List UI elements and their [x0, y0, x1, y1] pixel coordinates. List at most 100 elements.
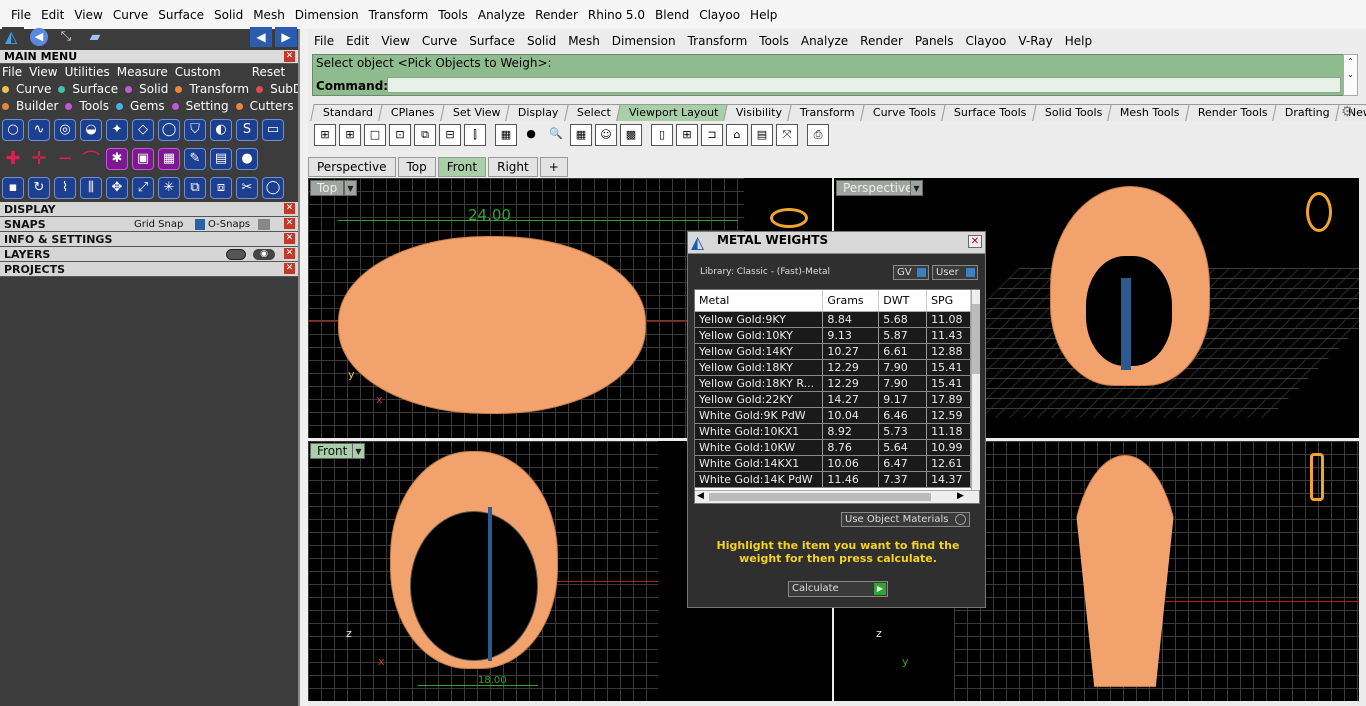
grid-pick-icon[interactable]: ▤: [210, 147, 232, 170]
rhino-menu-analyze[interactable]: Analyze: [795, 34, 854, 48]
rhino-menu-file[interactable]: File: [308, 34, 340, 48]
minus-plus-icon[interactable]: −: [54, 147, 76, 170]
o-snaps-indicator[interactable]: [258, 219, 270, 230]
new-viewport-icon[interactable]: ⊡: [389, 124, 411, 146]
eye-icon[interactable]: ◉: [253, 249, 275, 260]
rhino-menu-view[interactable]: View: [375, 34, 415, 48]
viewport-menu-dropdown[interactable]: ▼: [910, 180, 923, 196]
rhino-menu-render[interactable]: Render: [854, 34, 909, 48]
close-icon[interactable]: ✕: [284, 233, 295, 244]
category-cutters[interactable]: Cutters: [235, 98, 294, 115]
plane-icon[interactable]: ⌂: [726, 124, 748, 146]
display-section[interactable]: DISPLAY ✕: [0, 202, 298, 217]
command-input[interactable]: [387, 77, 1341, 93]
toolbar-tab-mesh-tools[interactable]: Mesh Tools: [1107, 104, 1190, 121]
category-surface[interactable]: Surface: [58, 81, 118, 98]
category-curve[interactable]: Curve: [2, 81, 51, 98]
single-viewport-icon[interactable]: □: [364, 124, 386, 146]
panel-toggle-icon[interactable]: ▭: [262, 118, 284, 141]
rhino-menu-mesh[interactable]: Mesh: [562, 34, 606, 48]
grid-snap-toggle[interactable]: Grid Snap: [134, 217, 192, 231]
menu-mesh[interactable]: Mesh: [248, 8, 290, 22]
toolbar-tab-viewport-layout[interactable]: Viewport Layout: [615, 104, 729, 121]
wand-icon[interactable]: ⤡: [56, 28, 76, 46]
toolbar-tab-drafting[interactable]: Drafting: [1272, 104, 1341, 121]
toolbar-tab-set-view[interactable]: Set View: [439, 104, 511, 121]
gv-toggle[interactable]: GV: [893, 265, 929, 280]
rhino-logo-icon[interactable]: ◭: [2, 27, 24, 47]
grid-toggle-icon[interactable]: ▦: [570, 124, 592, 146]
info-settings-section[interactable]: INFO & SETTINGS ✕: [0, 232, 298, 247]
table-row[interactable]: Yellow Gold:9KY 8.84 5.68 11.08: [695, 311, 971, 328]
menu-analyze[interactable]: Analyze: [473, 8, 530, 22]
grid-snap-indicator[interactable]: [195, 219, 205, 230]
folder-open-icon[interactable]: ▤: [751, 124, 773, 146]
projects-section[interactable]: PROJECTS ✕: [0, 262, 298, 277]
rhino-menu-dimension[interactable]: Dimension: [606, 34, 682, 48]
table-row[interactable]: Yellow Gold:10KY 9.13 5.87 11.43: [695, 327, 971, 344]
add-viewport-tab[interactable]: +: [539, 157, 568, 177]
grid-viewports-icon[interactable]: ⊞: [339, 124, 361, 146]
perspective-viewport-label[interactable]: Perspective: [836, 180, 920, 196]
menu-tools[interactable]: Tools: [433, 8, 473, 22]
rhino-menu-curve[interactable]: Curve: [416, 34, 463, 48]
toolbar-tab-solid-tools[interactable]: Solid Tools: [1031, 104, 1112, 121]
user-toggle[interactable]: User: [932, 265, 978, 280]
s-curve-tool-icon[interactable]: S: [236, 118, 258, 141]
rhino-menu-v-ray[interactable]: V-Ray: [1012, 34, 1058, 48]
column-header-dwt[interactable]: DWT: [878, 290, 928, 312]
band-tool-icon[interactable]: ◒: [80, 118, 102, 141]
column-header-spg[interactable]: SPG: [926, 290, 971, 312]
zoom-extents-icon[interactable]: ⤧: [776, 124, 798, 146]
category-builder[interactable]: Builder: [2, 98, 58, 115]
toolbar-tab-surface-tools[interactable]: Surface Tools: [941, 104, 1037, 121]
bail-tool-icon[interactable]: ◐: [210, 118, 232, 141]
split-horizontal-icon[interactable]: ⊟: [439, 124, 461, 146]
column-header-metal[interactable]: Metal: [695, 290, 824, 312]
rhino-menu-panels[interactable]: Panels: [909, 34, 960, 48]
command-scrollbar[interactable]: ⌃ ⌄: [1343, 54, 1358, 96]
close-icon[interactable]: ✕: [284, 218, 295, 229]
rhino-menu-surface[interactable]: Surface: [463, 34, 521, 48]
viewport-tab-front[interactable]: Front: [437, 157, 487, 177]
table-row[interactable]: White Gold:14K PdW 11.46 7.37 14.37: [695, 471, 971, 488]
curve-tool-icon[interactable]: ∿: [28, 118, 50, 141]
panel-menu-file[interactable]: File: [2, 64, 22, 81]
group-icon[interactable]: ⧉: [184, 176, 206, 199]
front-viewport-label[interactable]: Front: [310, 443, 355, 459]
lasso-icon[interactable]: ⌇: [54, 176, 76, 199]
table-row[interactable]: Yellow Gold:18KY 12.29 7.90 15.41: [695, 359, 971, 376]
zoom-lens-icon[interactable]: 🔍: [545, 124, 567, 146]
menu-surface[interactable]: Surface: [153, 8, 209, 22]
rhino-menu-clayoo[interactable]: Clayoo: [960, 34, 1013, 48]
camera-icon[interactable]: ☺: [595, 124, 617, 146]
use-object-materials-toggle[interactable]: Use Object Materials: [841, 512, 970, 527]
burst-icon[interactable]: ✳: [158, 176, 180, 199]
menu-rhino-5-0[interactable]: Rhino 5.0: [583, 8, 650, 22]
sphere-light-icon[interactable]: ●: [520, 124, 542, 146]
calculate-button[interactable]: Calculate ▶: [788, 581, 888, 597]
layers-section[interactable]: LAYERS ◉ ✕: [0, 247, 298, 262]
toolbar-tab-visibility[interactable]: Visibility: [723, 104, 793, 121]
four-viewports-icon[interactable]: ⊞: [314, 124, 336, 146]
add-icon[interactable]: ✚: [2, 147, 24, 170]
table-row[interactable]: Yellow Gold:22KY 14.27 9.17 17.89: [695, 391, 971, 408]
detail-icon[interactable]: ⊐: [701, 124, 723, 146]
menu-solid[interactable]: Solid: [209, 8, 248, 22]
toolbar-tab-standard[interactable]: Standard: [310, 104, 383, 121]
nav-back-icon[interactable]: ◀: [250, 27, 272, 47]
prong-tool-icon[interactable]: ✦: [106, 118, 128, 141]
frame-icon[interactable]: ▣: [132, 147, 154, 170]
o-snaps-toggle[interactable]: O-Snaps: [208, 217, 258, 231]
menu-file[interactable]: File: [6, 8, 36, 22]
menu-view[interactable]: View: [69, 8, 107, 22]
ring-tool-icon[interactable]: ◎: [54, 118, 76, 141]
layer-toggle-icon[interactable]: [226, 249, 246, 260]
sphere-icon[interactable]: ●: [236, 147, 258, 170]
rotate-icon[interactable]: ↻: [28, 176, 50, 199]
rhino-menu-tools[interactable]: Tools: [753, 34, 795, 48]
color-display-icon[interactable]: ▩: [620, 124, 642, 146]
close-icon[interactable]: ✕: [284, 248, 295, 259]
table-row[interactable]: White Gold:9K PdW 10.04 6.46 12.59: [695, 407, 971, 424]
table-row[interactable]: White Gold:10KW 8.76 5.64 10.99: [695, 439, 971, 456]
